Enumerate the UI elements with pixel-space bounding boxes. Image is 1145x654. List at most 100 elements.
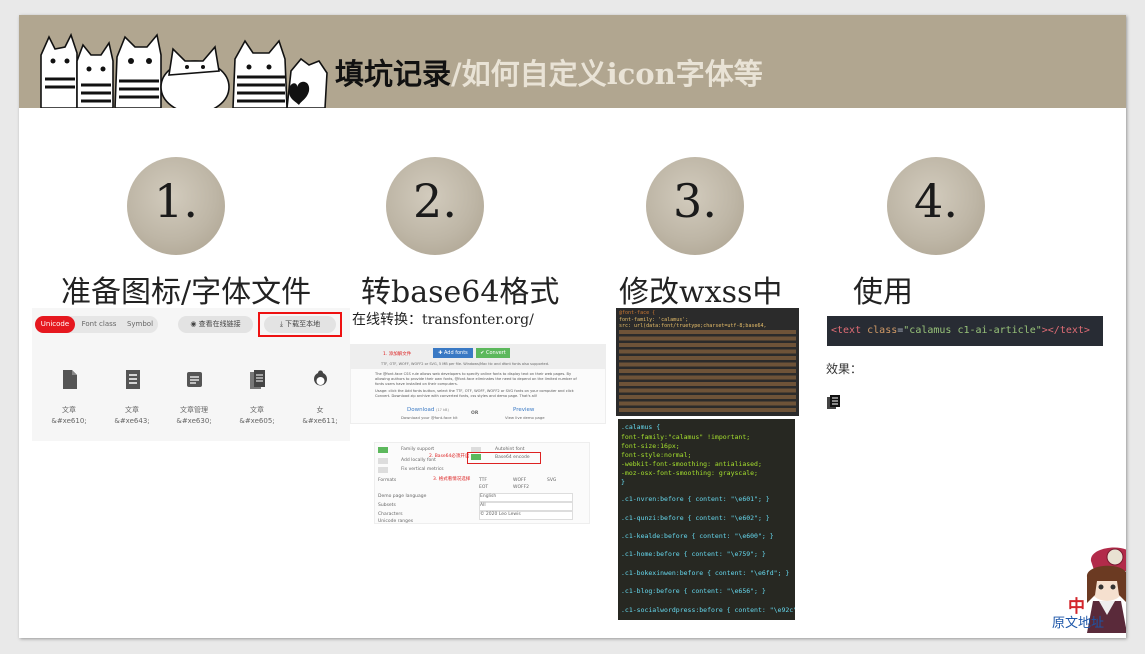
step-2-note: 在线转换：transfonter.org/ xyxy=(352,312,534,328)
snippet-attr: class xyxy=(867,325,898,336)
snippet-value: "calamus c1-ai-article" xyxy=(903,325,1042,336)
add-fonts-button[interactable]: ✚ Add fonts xyxy=(433,348,473,358)
preview-desc: View live demo page xyxy=(505,415,545,420)
icon-code: &#xe630; xyxy=(176,417,212,425)
code-line: .c1-blog:before { content: "\e656"; } xyxy=(621,587,766,595)
download-link-label: Download xyxy=(407,407,435,413)
usage-snippet: <text class="calamus c1-ai-article"></te… xyxy=(827,316,1103,346)
format-woff[interactable]: WOFF xyxy=(513,478,526,483)
step-4-number: 4. xyxy=(914,174,958,228)
header-bar: 填坑记录/如何自定义icon字体等 xyxy=(19,15,1126,108)
format-svg[interactable]: SVG xyxy=(547,478,556,483)
icon-code: &#xe605; xyxy=(239,417,275,425)
step-3-label: 修改wxss中 xyxy=(619,275,783,310)
download-link[interactable]: Download (17 kB) xyxy=(407,407,449,413)
icon-code: &#xe610; xyxy=(51,417,87,425)
step-2-circle: 2. xyxy=(386,157,484,255)
format-eot[interactable]: EOT xyxy=(479,485,488,490)
code-line: .c1-kealde:before { content: "\e600"; } xyxy=(621,532,774,540)
watermark-text: 原文地址 xyxy=(1052,616,1105,631)
step-1-label: 准备图标/字体文件 xyxy=(61,275,312,310)
add-fonts-label: Add fonts xyxy=(443,350,468,356)
download-size: (17 kB) xyxy=(436,408,449,412)
view-link-button[interactable]: ◉ 查看在线链接 xyxy=(178,316,253,333)
or-label: OR xyxy=(471,411,479,416)
code-line: .calamus { xyxy=(621,423,661,431)
convert-label: Convert xyxy=(486,350,506,356)
icon-cell[interactable]: 女 &#xe611; xyxy=(295,370,345,427)
view-link-label: 查看在线链接 xyxy=(198,320,241,328)
eye-icon: ◉ xyxy=(190,320,199,328)
icon-cell[interactable]: 文章 &#xe610; xyxy=(44,370,94,427)
vertical-metrics-toggle[interactable] xyxy=(378,467,388,473)
fontface-code-panel: @font-face { font-family: 'calamus'; src… xyxy=(616,308,799,416)
title-sub: /如何自定义icon字体等 xyxy=(451,57,763,91)
setting-language: Demo page language xyxy=(378,494,427,499)
code-line: .c1-nvren:before { content: "\e601"; } xyxy=(621,495,770,503)
preview-link[interactable]: Preview xyxy=(513,407,534,413)
icon-name: 文章 xyxy=(62,406,76,414)
code-line: .c1-qunzi:before { content: "\e602"; } xyxy=(621,514,770,522)
subsets-input[interactable]: All xyxy=(479,502,573,511)
icon-name: 女 xyxy=(316,406,324,414)
icon-name: 文章 xyxy=(125,406,139,414)
family-support-toggle[interactable] xyxy=(378,447,388,453)
code-line: .c1-home:before { content: "\e759"; } xyxy=(621,550,766,558)
base64-data-block xyxy=(619,330,796,414)
step-2-number: 2. xyxy=(413,174,457,228)
formats-annotation: 3. 格式看情况选择 xyxy=(433,477,471,482)
tab-symbol[interactable]: Symbol xyxy=(123,316,157,333)
code-line: -moz-osx-font-smoothing: grayscale; xyxy=(621,469,758,477)
step-4-circle: 4. xyxy=(887,157,985,255)
step-3-number: 3. xyxy=(673,174,717,228)
setting-formats: Formats xyxy=(378,478,397,483)
download-desc: Download your @font-face kit xyxy=(401,415,458,420)
download-highlight-box xyxy=(258,312,342,337)
icon-cell[interactable]: 文章 &#xe605; xyxy=(232,370,282,427)
code-line: } xyxy=(621,478,625,486)
code-line: -webkit-font-smoothing: antialiased; xyxy=(621,460,762,468)
snippet-close: ></text> xyxy=(1041,325,1090,336)
supported-formats: TTF, OTF, WOFF, WOFF2 or SVG, 5 MB per f… xyxy=(381,362,550,366)
base64-annotation: 2. Base64必须开启 xyxy=(429,454,470,459)
setting-base64: Base64 encode xyxy=(495,455,530,460)
setting-unicode-ranges: Unicode ranges xyxy=(378,519,414,524)
convert-button[interactable]: ✔ Convert xyxy=(476,348,510,358)
step-3-circle: 3. xyxy=(646,157,744,255)
girl-icon xyxy=(313,370,327,386)
step-1-circle: 1. xyxy=(127,157,225,255)
document-icon xyxy=(125,370,140,389)
format-ttf[interactable]: TTF xyxy=(479,478,487,483)
intro-text: The @font-face CSS rule allows web devel… xyxy=(375,372,577,386)
local-font-toggle[interactable] xyxy=(378,458,388,464)
characters-input[interactable]: © 2020 Leo Lewis xyxy=(479,511,573,520)
code-line: .c1-socialwordpress:before { content: "\… xyxy=(621,606,795,614)
step-4-label: 使用 xyxy=(853,275,913,310)
transfonter-panel: 1. 添加解文件 ✚ Add fonts ✔ Convert TTF, OTF,… xyxy=(350,344,606,424)
slide: 填坑记录/如何自定义icon字体等 1. 2. 3. 4. 准备图标/字体文件 … xyxy=(19,15,1126,638)
usage-text: Usage: click the Add fonts button, selec… xyxy=(375,389,574,398)
tab-font-class[interactable]: Font class xyxy=(79,316,119,333)
icon-cell[interactable]: 文章管理 &#xe630; xyxy=(169,370,219,427)
code-line: font-style:normal; xyxy=(621,451,692,459)
icon-name: 文章管理 xyxy=(180,406,208,414)
documents-icon xyxy=(249,370,265,389)
tab-unicode[interactable]: Unicode xyxy=(35,316,75,333)
slide-title: 填坑记录/如何自定义icon字体等 xyxy=(335,51,763,93)
snippet-open: <text xyxy=(831,325,862,336)
effect-label: 效果： xyxy=(826,362,863,376)
format-woff2[interactable]: WOFF2 xyxy=(513,485,529,490)
icon-code: &#xe643; xyxy=(114,417,150,425)
setting-vertical-metrics: Fix vertical metrics xyxy=(401,467,444,472)
setting-subsets: Subsets xyxy=(378,503,396,508)
icon-cell[interactable]: 文章 &#xe643; xyxy=(107,370,157,427)
cats-illustration xyxy=(40,32,328,108)
step-1-number: 1. xyxy=(154,174,198,228)
title-main: 填坑记录 xyxy=(335,57,452,91)
icon-code: &#xe611; xyxy=(302,417,338,425)
language-select[interactable]: English xyxy=(479,493,573,502)
settings-panel: Family support Autohint font Add locally… xyxy=(374,442,590,524)
setting-family-support: Family support xyxy=(401,447,435,452)
setting-characters: Characters xyxy=(378,512,403,517)
documents-icon xyxy=(827,395,840,409)
